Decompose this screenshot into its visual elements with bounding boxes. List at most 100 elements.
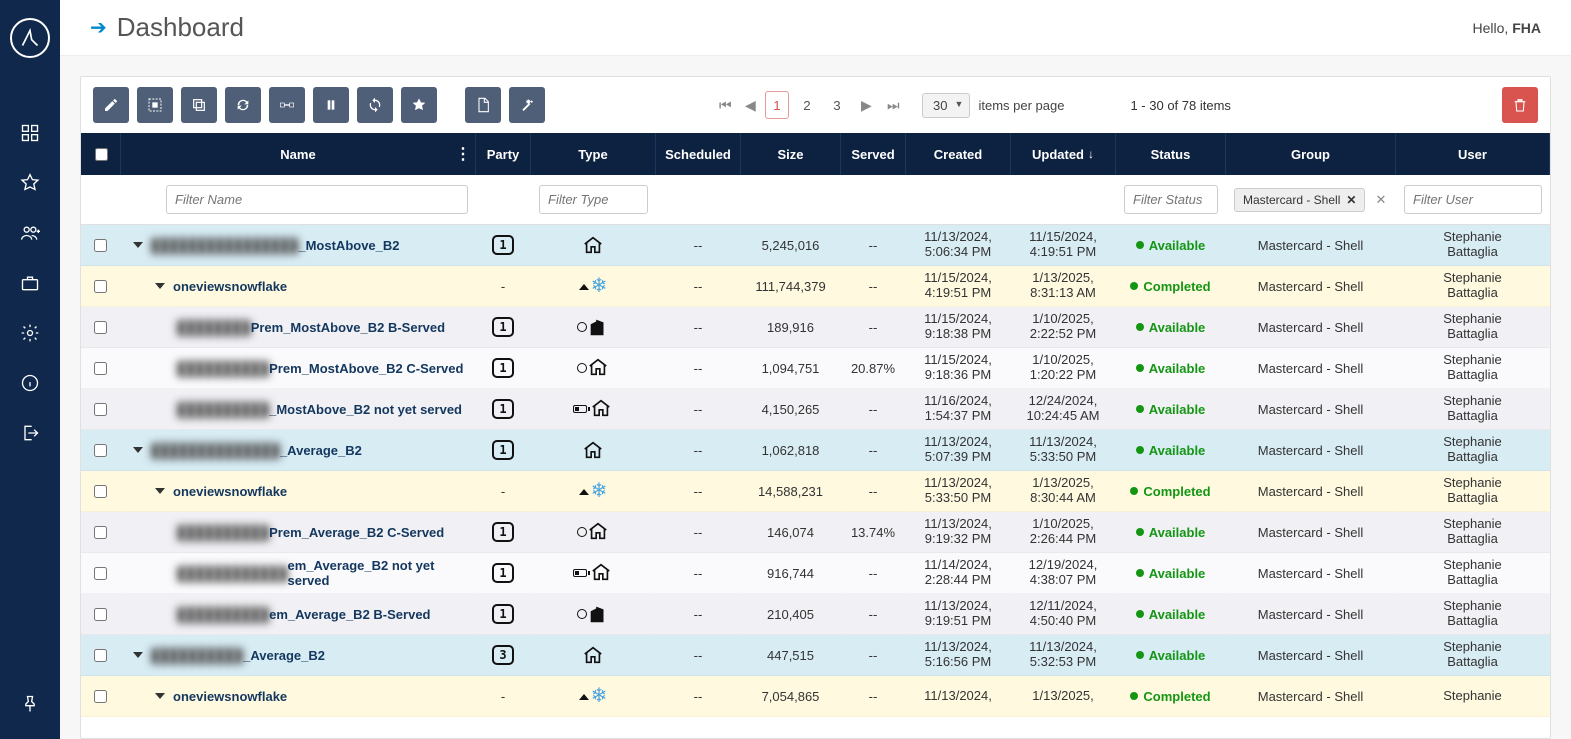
pager-page-1[interactable]: 1: [765, 91, 789, 119]
header-party[interactable]: Party: [476, 133, 531, 175]
pager-first[interactable]: ⏮: [713, 91, 733, 119]
users-icon[interactable]: [0, 208, 60, 258]
cell-created: 11/14/2024,2:28:44 PM: [906, 553, 1011, 594]
cell-scheduled: --: [656, 512, 741, 553]
dashboard-icon[interactable]: [0, 108, 60, 158]
row-checkbox[interactable]: [94, 526, 107, 539]
row-checkbox[interactable]: [94, 280, 107, 293]
header-size[interactable]: Size: [741, 133, 841, 175]
pager-page-2[interactable]: 2: [795, 91, 819, 119]
row-checkbox[interactable]: [94, 608, 107, 621]
cell-group: Mastercard - Shell: [1226, 430, 1396, 471]
cell-created: 11/13/2024,5:06:34 PM: [906, 225, 1011, 266]
grid-body[interactable]: ████████████████_MostAbove_B21--5,245,01…: [81, 225, 1550, 738]
header-user[interactable]: User: [1396, 133, 1550, 175]
pager-prev[interactable]: ◀: [739, 91, 759, 119]
cell-size: 210,405: [741, 594, 841, 635]
delete-button[interactable]: [1502, 87, 1538, 123]
table-row[interactable]: ████████████████_MostAbove_B21--5,245,01…: [81, 225, 1550, 266]
pin-icon[interactable]: [0, 679, 60, 729]
row-checkbox[interactable]: [94, 690, 107, 703]
table-row[interactable]: ████████Prem_MostAbove_B2 B-Served1--189…: [81, 307, 1550, 348]
cell-type: [531, 348, 656, 389]
header-status[interactable]: Status: [1116, 133, 1226, 175]
page-size-select[interactable]: 30: [922, 93, 970, 118]
cell-status: Available: [1116, 430, 1226, 471]
table-row[interactable]: ██████████Prem_Average_B2 C-Served1--146…: [81, 512, 1550, 553]
table-row[interactable]: oneviewsnowflake-❄--7,054,865--11/13/202…: [81, 676, 1550, 717]
cell-scheduled: --: [656, 594, 741, 635]
gear-icon[interactable]: [0, 308, 60, 358]
greeting: Hello, FHA: [1473, 20, 1541, 36]
table-row[interactable]: ██████████em_Average_B2 B-Served1--210,4…: [81, 594, 1550, 635]
filter-status-input[interactable]: [1124, 185, 1218, 214]
party-badge: 1: [492, 235, 514, 255]
table-row[interactable]: oneviewsnowflake-❄--14,588,231--11/13/20…: [81, 471, 1550, 512]
column-menu-icon[interactable]: ⋮: [455, 144, 471, 164]
briefcase-icon[interactable]: [0, 258, 60, 308]
table-row[interactable]: ██████████_MostAbove_B2 not yet served1-…: [81, 389, 1550, 430]
sync-button[interactable]: [357, 87, 393, 123]
expand-toggle-icon[interactable]: [133, 652, 143, 658]
expand-toggle-icon[interactable]: [155, 283, 165, 289]
star-button[interactable]: [401, 87, 437, 123]
merge-button[interactable]: [269, 87, 305, 123]
pause-button[interactable]: [313, 87, 349, 123]
filter-user-input[interactable]: [1404, 185, 1542, 214]
data-grid: Name⋮ Party Type Scheduled Size Served C…: [81, 133, 1550, 738]
star-icon[interactable]: [0, 158, 60, 208]
battery-house-icon: [573, 561, 613, 586]
row-checkbox[interactable]: [94, 444, 107, 457]
group-button[interactable]: [137, 87, 173, 123]
wand-button[interactable]: [509, 87, 545, 123]
row-checkbox[interactable]: [94, 239, 107, 252]
copy-button[interactable]: [181, 87, 217, 123]
row-checkbox[interactable]: [94, 321, 107, 334]
export-pdf-button[interactable]: [465, 87, 501, 123]
cell-size: 447,515: [741, 635, 841, 676]
filter-type-input[interactable]: [539, 185, 648, 214]
select-all-checkbox[interactable]: [95, 148, 108, 161]
cell-group: Mastercard - Shell: [1226, 348, 1396, 389]
refresh-button[interactable]: [225, 87, 261, 123]
header-updated[interactable]: Updated↓: [1011, 133, 1116, 175]
clear-group-filter-icon[interactable]: ✕: [1375, 192, 1386, 208]
header-created[interactable]: Created: [906, 133, 1011, 175]
pager-last[interactable]: ⏭: [881, 91, 901, 119]
cell-scheduled: --: [656, 266, 741, 307]
expand-toggle-icon[interactable]: [155, 488, 165, 494]
chip-remove-icon[interactable]: ✕: [1346, 193, 1356, 207]
header-type[interactable]: Type: [531, 133, 656, 175]
pager-page-3[interactable]: 3: [825, 91, 849, 119]
cell-group: Mastercard - Shell: [1226, 635, 1396, 676]
expand-toggle-icon[interactable]: [155, 693, 165, 699]
table-row[interactable]: ██████████████_Average_B21--1,062,818--1…: [81, 430, 1550, 471]
row-checkbox[interactable]: [94, 649, 107, 662]
row-checkbox[interactable]: [94, 362, 107, 375]
logout-icon[interactable]: [0, 408, 60, 458]
header-group[interactable]: Group: [1226, 133, 1396, 175]
cell-user: StephanieBattaglia: [1396, 553, 1550, 594]
cell-served: --: [841, 471, 906, 512]
row-checkbox[interactable]: [94, 485, 107, 498]
cell-created: 11/16/2024,1:54:37 PM: [906, 389, 1011, 430]
filter-name-input[interactable]: [166, 185, 468, 214]
row-checkbox[interactable]: [94, 403, 107, 416]
header-served[interactable]: Served: [841, 133, 906, 175]
edit-button[interactable]: [93, 87, 129, 123]
table-row[interactable]: ██████████_Average_B23--447,515--11/13/2…: [81, 635, 1550, 676]
cell-type: [531, 553, 656, 594]
cell-group: Mastercard - Shell: [1226, 307, 1396, 348]
expand-toggle-icon[interactable]: [133, 242, 143, 248]
row-checkbox[interactable]: [94, 567, 107, 580]
table-row[interactable]: oneviewsnowflake-❄--111,744,379--11/15/2…: [81, 266, 1550, 307]
header-scheduled[interactable]: Scheduled: [656, 133, 741, 175]
group-filter-chip[interactable]: Mastercard - Shell✕: [1234, 188, 1365, 212]
info-icon[interactable]: [0, 358, 60, 408]
cell-updated: 1/10/2025,1:20:22 PM: [1011, 348, 1116, 389]
table-row[interactable]: ████████████em_Average_B2 not yet served…: [81, 553, 1550, 594]
party-badge: 1: [492, 317, 514, 337]
expand-toggle-icon[interactable]: [133, 447, 143, 453]
pager-next[interactable]: ▶: [855, 91, 875, 119]
table-row[interactable]: ██████████Prem_MostAbove_B2 C-Served1--1…: [81, 348, 1550, 389]
